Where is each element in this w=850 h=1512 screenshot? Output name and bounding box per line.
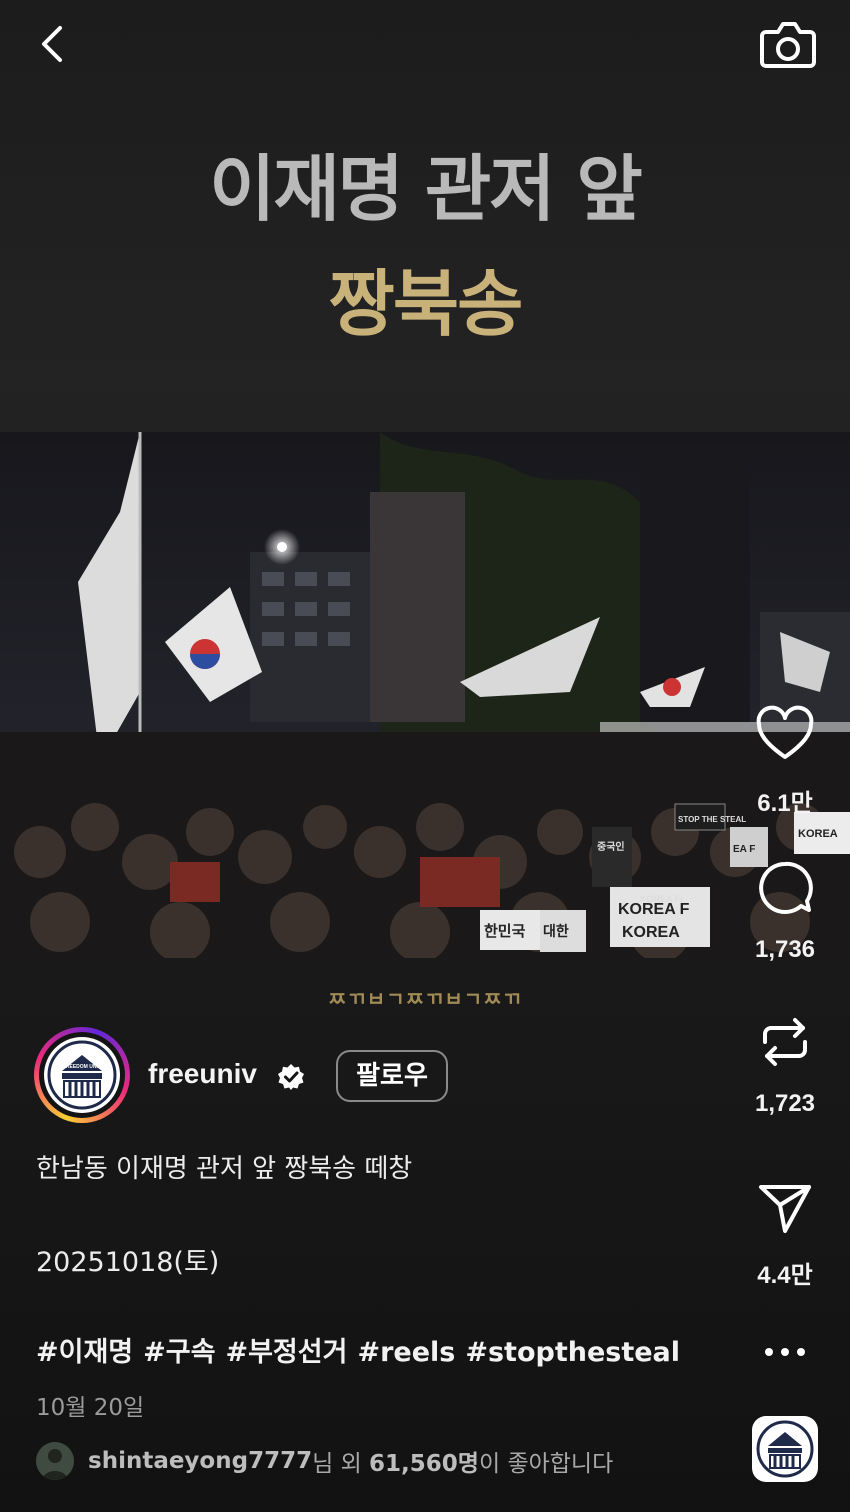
sign-text-ea-f: EA F [733,844,755,855]
reel-screen: 이재명 관저 앞 짱북송 KOREA KOREA F KOREA 한민국 대한 … [0,0,850,1512]
account-username[interactable]: freeuniv [148,1058,257,1090]
account-avatar[interactable]: FREEDOM UNIV [34,1027,130,1123]
caption-line1: 한남동 이재명 관저 앞 짱북송 떼창 [36,1154,413,1184]
hashtag-list: #이재명 #구속 #부정선거 #reels #stopthesteal [36,1330,690,1369]
repost-button[interactable]: 1,723 [735,1012,835,1118]
video-headline-line2: 짱북송 [328,262,524,346]
sign-text-korea-bottom: KOREA [622,924,680,941]
share-count: 4.4만 [757,1262,813,1289]
like-count: 6.1만 [757,790,813,817]
video-frame[interactable]: KOREA KOREA F KOREA 한민국 대한 EA F STOP THE… [0,432,850,958]
follow-button[interactable]: 팔로우 [336,1050,448,1102]
post-date: 10월 20일 [36,1395,145,1421]
back-button[interactable] [30,22,74,66]
sign-text-hanminguk: 한민국 [484,923,526,940]
comment-count: 1,736 [754,936,816,963]
heart-icon [756,705,814,759]
sign-text-korea-fi: KOREA FI [640,894,683,904]
liker-avatar [36,1442,74,1480]
comment-button[interactable]: 1,736 [735,858,835,964]
more-dots-icon [765,1348,805,1356]
hashtag-link[interactable]: #stopthesteal [465,1337,680,1368]
liked-by-row[interactable]: shintaeyong7777 님 외 61,560명 이 좋아합니다 [36,1442,613,1480]
like-button[interactable]: 6.1만 [735,705,835,818]
camera-button[interactable] [758,18,818,72]
camera-icon [760,22,816,68]
protest-scene-image: KOREA KOREA F KOREA 한민국 대한 EA F STOP THE… [0,432,850,958]
hashtag-link[interactable]: #부정선거 [225,1337,347,1368]
share-button[interactable]: 4.4만 [735,1177,835,1290]
repost-icon [763,1018,807,1066]
repost-count: 1,723 [754,1090,816,1117]
freedom-univ-logo [756,1420,814,1478]
chevron-left-icon [42,26,62,62]
caption-line2: 20251018(토) [36,1247,220,1278]
liker-username[interactable]: shintaeyong7777 [88,1448,312,1474]
sign-text-daehan: 대한 [543,923,569,939]
likes-mid-text: 님 외 [312,1451,370,1477]
more-options-button[interactable] [760,1338,810,1366]
freedom-univ-logo: FREEDOM UNIV [44,1037,120,1113]
avatar-logo-text: FREEDOM UNIV [63,1064,102,1070]
hashtag-link[interactable]: #구속 [143,1337,215,1368]
comment-bubble-icon [759,861,813,914]
sign-text-korea-right: KOREA [798,828,838,840]
hashtag-link[interactable]: #reels [357,1337,455,1368]
audio-source-button[interactable] [752,1416,818,1482]
likes-count[interactable]: 61,560명 [369,1444,479,1478]
sign-text-chinese: 중국인 [597,840,625,853]
hashtag-link[interactable]: #이재명 [36,1337,133,1368]
video-subtitle: ㅉㄲㅂㄱㅉㄲㅂㄱㅉㄲ [328,987,522,1011]
likes-tail-text: 이 좋아합니다 [478,1451,614,1477]
send-icon [759,1185,811,1233]
verified-badge-icon [278,1064,304,1090]
video-headline-line1: 이재명 관저 앞 [209,147,643,231]
